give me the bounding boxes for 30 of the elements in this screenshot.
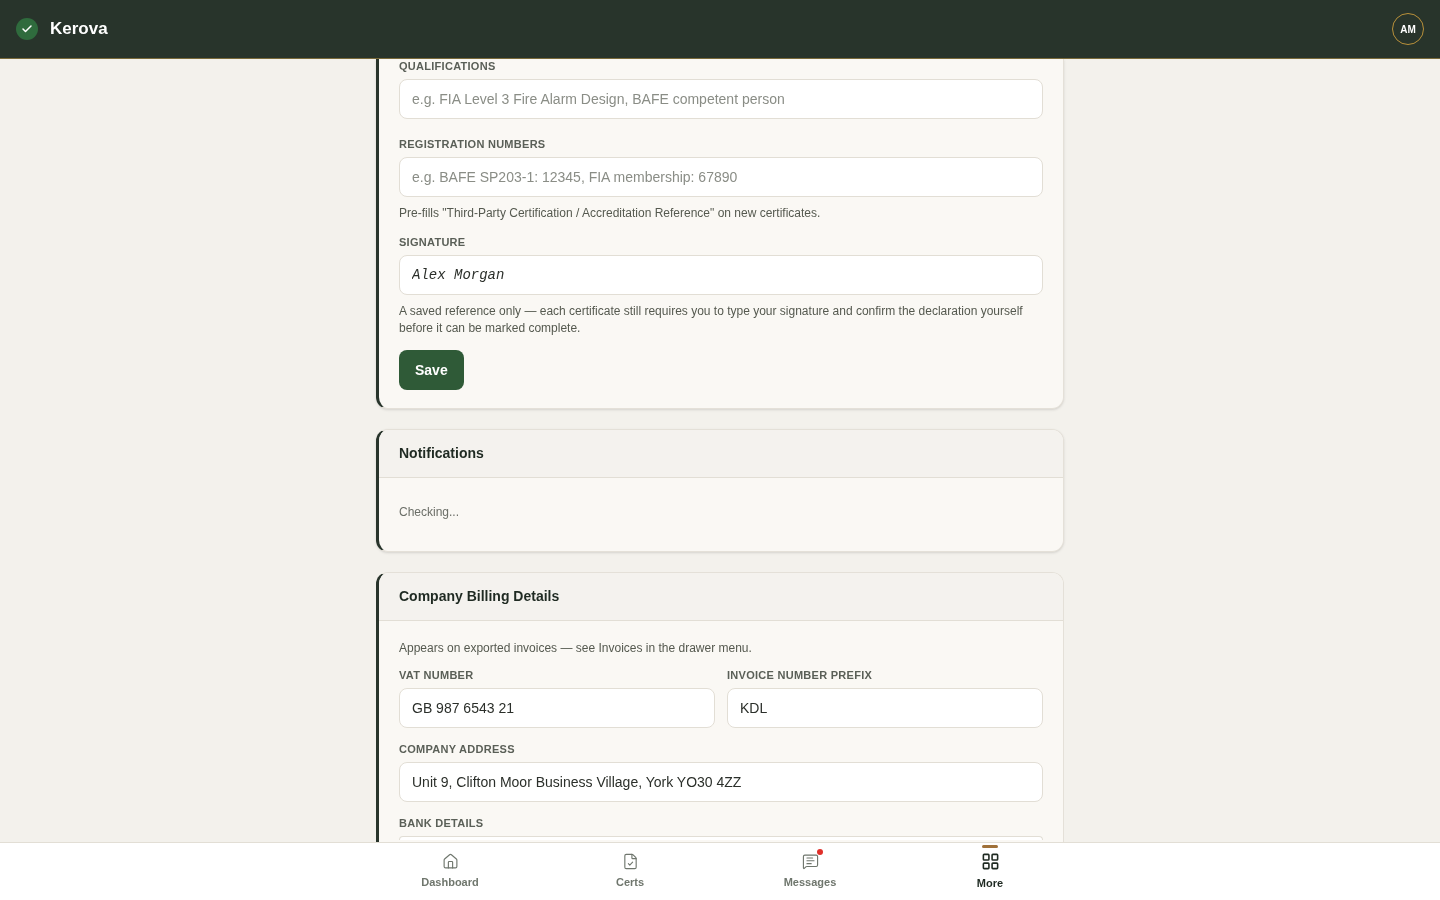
nav-tab[interactable]: Dashboard	[360, 843, 540, 900]
card-title: Company Billing Details	[399, 587, 560, 606]
field-label: REGISTRATION NUMBERS	[399, 138, 547, 151]
help-text: Appears on exported invoices — see Invoices in the drawer menu.	[399, 640, 753, 657]
input-field[interactable]: e.g. FIA Level 3 Fire Alarm Design, BAFE competent person	[399, 79, 1043, 119]
check-logo-icon	[16, 18, 38, 40]
field-label: QUALIFICATIONS	[399, 60, 497, 73]
input-field[interactable]: GB 987 6543 21	[399, 688, 715, 728]
field-label: BANK DETAILS	[399, 817, 485, 830]
nav-tab[interactable]: Certs	[540, 843, 720, 900]
input-field[interactable]: KDL	[727, 688, 1043, 728]
field-label: VAT NUMBER	[399, 669, 475, 682]
chat-bubble-icon	[801, 852, 819, 870]
document-check-icon	[621, 852, 639, 870]
help-text: A saved reference only — each certificate still requires you to type your signature and confirm the declaration yourself before it can be marked complete.	[399, 303, 1024, 337]
input-field[interactable]: e.g. BAFE SP203-1: 12345, FIA membership: 67890	[399, 157, 1043, 197]
nav-tab[interactable]: Messages	[720, 843, 900, 900]
input-field[interactable]: Unit 9, Clifton Moor Business Village, York YO30 4ZZ	[399, 762, 1043, 802]
field-label: COMPANY ADDRESS	[399, 743, 516, 756]
input-field[interactable]: Alex Morgan	[399, 255, 1043, 295]
help-text: Pre-fills "Third-Party Certification / Accreditation Reference" on new certificates.	[399, 205, 822, 222]
app-name: Kerova	[50, 18, 108, 41]
field-label: INVOICE NUMBER PREFIX	[727, 669, 874, 682]
house-icon	[441, 852, 459, 870]
card-title: Notifications	[399, 444, 484, 463]
grid-icon	[980, 851, 1000, 871]
nav-tab[interactable]: More	[900, 843, 1080, 900]
field-label: SIGNATURE	[399, 236, 467, 249]
status-text: Checking...	[399, 505, 460, 519]
save-button[interactable]: Save	[399, 350, 464, 390]
